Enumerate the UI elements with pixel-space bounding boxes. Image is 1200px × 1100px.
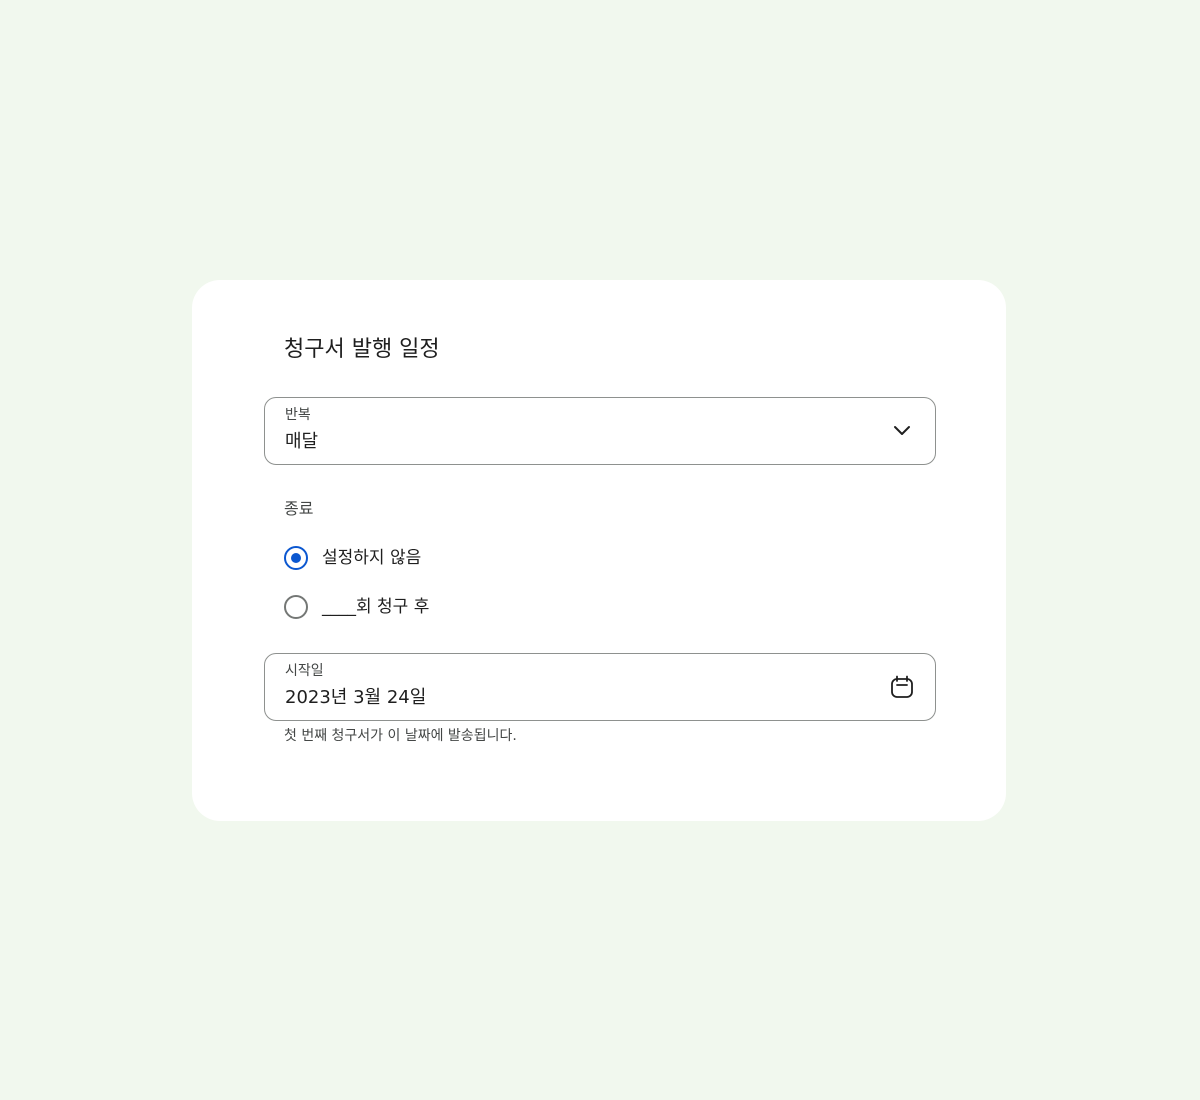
start-date-helper-text: 첫 번째 청구서가 이 날짜에 발송됩니다.	[284, 728, 517, 744]
radio-after-count[interactable]	[284, 595, 308, 619]
repeat-value: 매달	[285, 431, 319, 452]
radio-never[interactable]	[284, 546, 308, 570]
repeat-label: 반복	[285, 407, 311, 423]
chevron-down-icon[interactable]	[889, 418, 915, 444]
start-date-field[interactable]: 시작일 2023년 3월 24일	[264, 653, 936, 721]
invoice-schedule-card: 청구서 발행 일정 반복 매달 종료 설정하지 않음 ____회 청구 후 시작…	[192, 280, 1006, 821]
end-option-never[interactable]: 설정하지 않음	[284, 545, 421, 571]
end-label: 종료	[284, 499, 314, 518]
dialog-title: 청구서 발행 일정	[284, 337, 440, 362]
end-option-never-label: 설정하지 않음	[322, 548, 422, 568]
start-date-label: 시작일	[285, 663, 324, 679]
calendar-icon[interactable]	[889, 674, 915, 700]
end-option-after-count-label: ____회 청구 후	[322, 597, 430, 617]
end-option-after-count[interactable]: ____회 청구 후	[284, 594, 429, 620]
repeat-select[interactable]: 반복 매달	[264, 397, 936, 465]
start-date-value: 2023년 3월 24일	[285, 687, 427, 708]
